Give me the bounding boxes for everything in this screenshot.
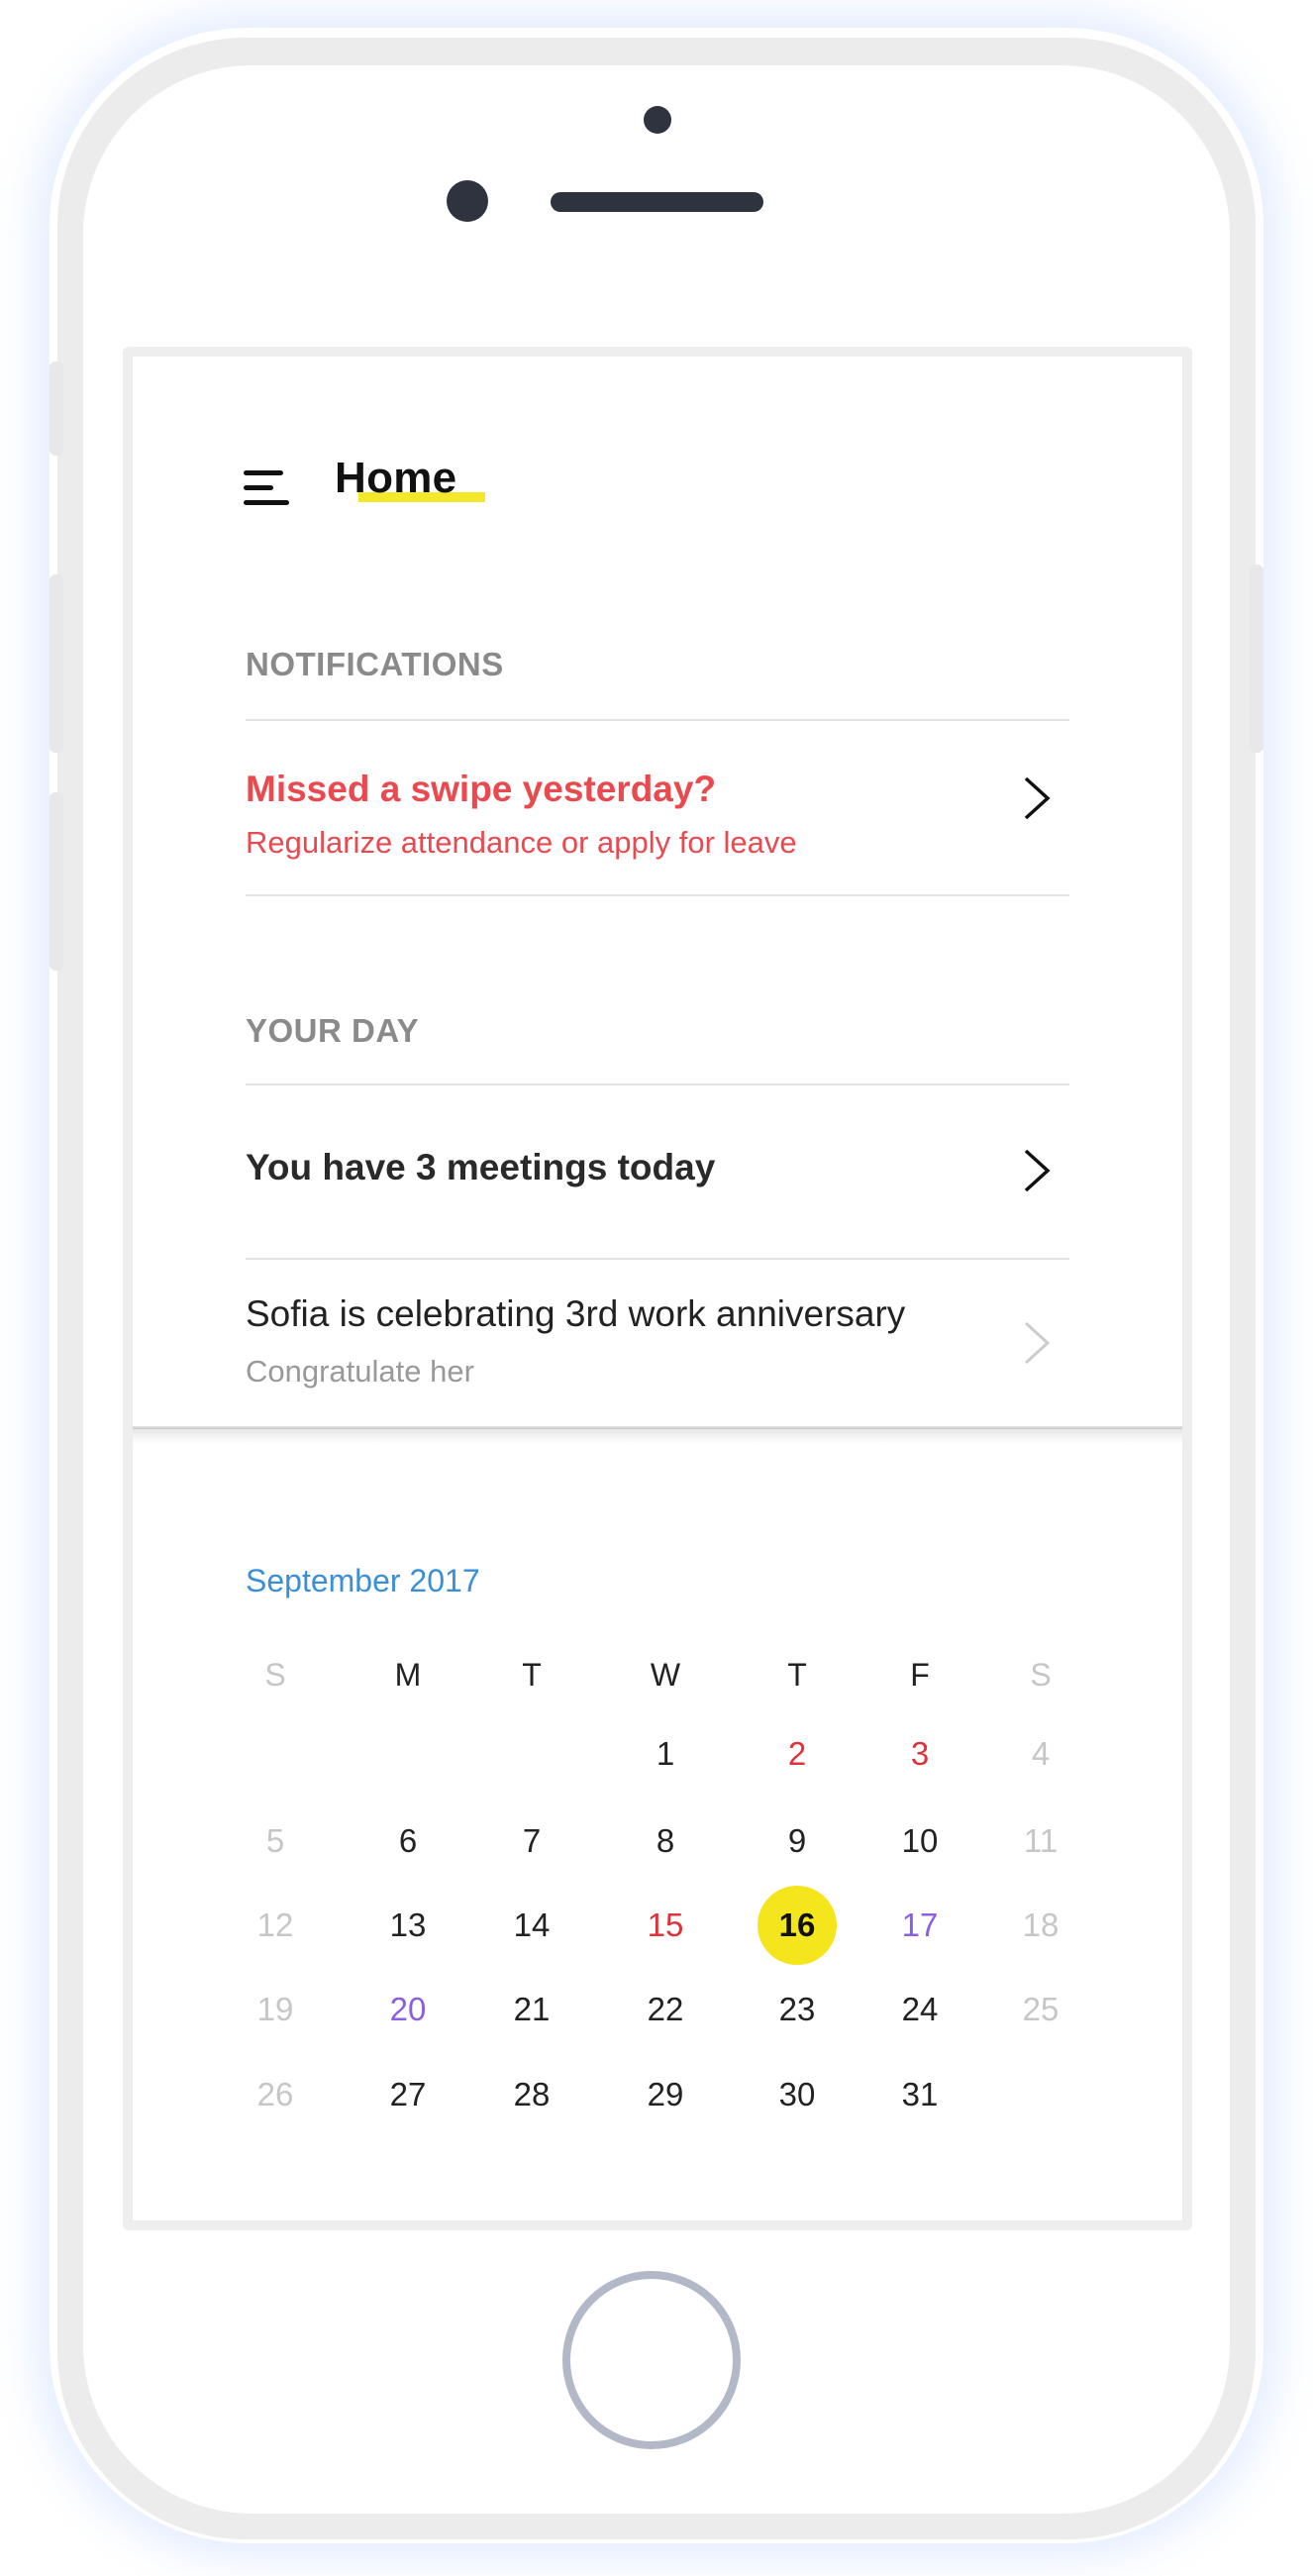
calendar-day[interactable]: 4 [1001, 1714, 1080, 1794]
calendar-day[interactable]: 15 [626, 1886, 705, 1965]
calendar-day[interactable]: 20 [368, 1970, 448, 2049]
weekday-header: F [910, 1657, 930, 1693]
calendar-day[interactable]: 14 [492, 1886, 571, 1965]
calendar-day[interactable]: 23 [758, 1970, 837, 2049]
calendar-day[interactable]: 30 [758, 2055, 837, 2134]
calendar-day[interactable]: 25 [1001, 1970, 1080, 2049]
calendar-day[interactable]: 31 [880, 2055, 960, 2134]
page-title: Home [335, 454, 457, 502]
weekday-header: S [1030, 1657, 1052, 1693]
calendar-panel-shadow [133, 1428, 1182, 1444]
power-button [1250, 565, 1263, 753]
calendar-day[interactable]: 10 [880, 1802, 960, 1881]
missed-swipe-notification[interactable]: Missed a swipe yesterday? Regularize att… [246, 721, 1069, 894]
calendar-day[interactable]: 9 [758, 1802, 837, 1881]
calendar-day[interactable]: 2 [758, 1714, 837, 1794]
hamburger-menu-icon[interactable] [244, 468, 289, 508]
weekday-header: W [650, 1657, 681, 1693]
volume-down-button [50, 792, 63, 971]
notification-subtitle: Regularize attendance or apply for leave [246, 825, 797, 860]
calendar-day[interactable]: 18 [1001, 1886, 1080, 1965]
calendar-day[interactable]: 5 [236, 1802, 315, 1881]
calendar-day[interactable]: 28 [492, 2055, 571, 2134]
chevron-right-icon [1024, 1321, 1051, 1365]
calendar-day[interactable]: 8 [626, 1802, 705, 1881]
front-camera [447, 180, 488, 222]
chevron-right-icon [1024, 1149, 1051, 1192]
calendar-day[interactable]: 7 [492, 1802, 571, 1881]
calendar-day[interactable]: 21 [492, 1970, 571, 2049]
meetings-title: You have 3 meetings today [246, 1147, 716, 1187]
notification-title: Missed a swipe yesterday? [246, 769, 717, 809]
earpiece-speaker [551, 192, 763, 212]
calendar-day-today[interactable]: 16 [758, 1886, 837, 1965]
volume-up-button [50, 574, 63, 753]
divider [246, 894, 1069, 896]
notifications-label: NOTIFICATIONS [246, 646, 504, 682]
calendar-day[interactable]: 24 [880, 1970, 960, 2049]
home-button[interactable] [562, 2271, 741, 2449]
weekday-header: T [787, 1657, 807, 1693]
calendar-day[interactable]: 1 [626, 1714, 705, 1794]
calendar-day[interactable]: 17 [880, 1886, 960, 1965]
calendar-day[interactable]: 11 [1001, 1802, 1080, 1881]
mute-switch [50, 361, 63, 456]
calendar-day[interactable]: 22 [626, 1970, 705, 2049]
calendar-day[interactable]: 13 [368, 1886, 448, 1965]
meetings-today-item[interactable]: You have 3 meetings today [246, 1085, 1069, 1258]
calendar-day[interactable]: 12 [236, 1886, 315, 1965]
calendar-month-label: September 2017 [246, 1563, 480, 1598]
anniversary-item[interactable]: Sofia is celebrating 3rd work anniversar… [246, 1260, 1069, 1428]
anniversary-title: Sofia is celebrating 3rd work anniversar… [246, 1293, 906, 1334]
calendar-day[interactable]: 3 [880, 1714, 960, 1794]
calendar-day[interactable]: 6 [368, 1802, 448, 1881]
calendar-day[interactable]: 29 [626, 2055, 705, 2134]
front-sensor [644, 106, 671, 134]
calendar-day[interactable]: 26 [236, 2055, 315, 2134]
chevron-right-icon [1024, 776, 1051, 820]
weekday-header: S [264, 1657, 286, 1693]
your-day-label: YOUR DAY [246, 1012, 420, 1049]
calendar-day[interactable]: 27 [368, 2055, 448, 2134]
calendar-day[interactable]: 19 [236, 1970, 315, 2049]
anniversary-subtitle: Congratulate her [246, 1354, 474, 1389]
app-screen: Home NOTIFICATIONS Missed a swipe yester… [133, 357, 1182, 2220]
weekday-header: M [394, 1657, 422, 1693]
weekday-header: T [522, 1657, 542, 1693]
device-canvas: Home NOTIFICATIONS Missed a swipe yester… [0, 0, 1313, 2576]
